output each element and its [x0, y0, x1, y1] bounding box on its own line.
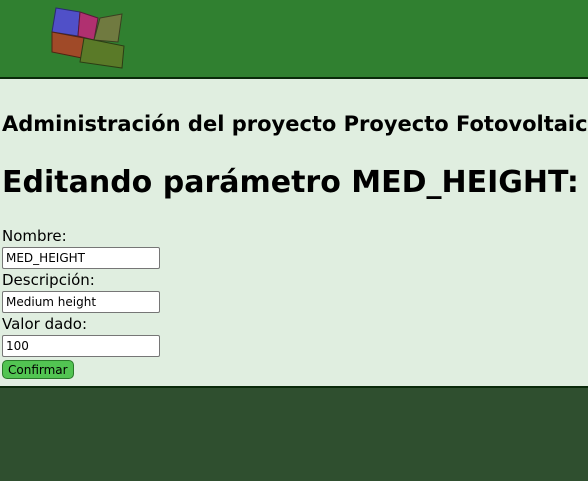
project-title: Administración del proyecto Proyecto Fot…	[2, 112, 588, 136]
confirm-button[interactable]: Confirmar	[2, 360, 74, 379]
value-label: Valor dado:	[2, 315, 88, 333]
name-field[interactable]	[2, 247, 160, 269]
site-header	[0, 0, 588, 79]
name-label: Nombre:	[2, 227, 67, 245]
site-footer	[0, 388, 588, 481]
description-field[interactable]	[2, 291, 160, 313]
value-field[interactable]	[2, 335, 160, 357]
page-title: Editando parámetro MED_HEIGHT:	[2, 165, 579, 200]
solar-panels-logo-icon[interactable]	[48, 4, 130, 72]
main-content: Administración del proyecto Proyecto Fot…	[0, 79, 588, 388]
description-label: Descripción:	[2, 271, 95, 289]
